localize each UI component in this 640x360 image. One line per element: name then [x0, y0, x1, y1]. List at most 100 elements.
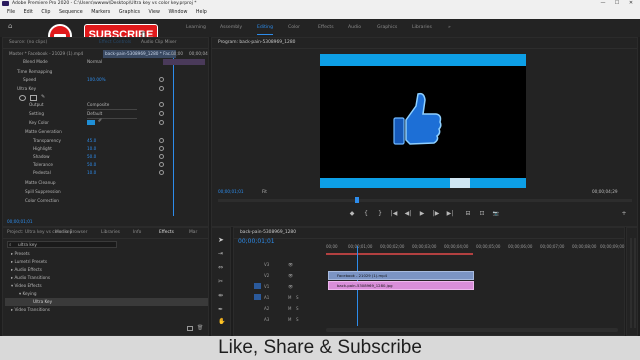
tab-source[interactable]: Source: (no clips) [9, 38, 47, 48]
reset-transparency-icon[interactable] [159, 138, 164, 143]
work-area-bar[interactable] [326, 253, 473, 255]
tree-lumetri-presets[interactable]: ▸ Lumetri Presets [11, 258, 47, 266]
delete-icon[interactable]: 🗑 [197, 325, 203, 331]
workspace-audio[interactable]: Audio [348, 25, 361, 30]
ec-value-blend-mode[interactable]: Normal [87, 58, 102, 66]
solo-icon[interactable]: S [296, 317, 299, 322]
reset-ultra-key-icon[interactable] [159, 86, 164, 91]
workspace-assembly[interactable]: Assembly [220, 25, 242, 30]
ripple-edit-icon[interactable]: ⇔ [218, 264, 223, 271]
go-to-in-button[interactable]: |◀ [390, 210, 398, 218]
clip-facebook[interactable]: Facebook - 21029 (1).mp4 [328, 271, 474, 280]
pen-icon[interactable]: ✒ [218, 306, 223, 313]
menu-markers[interactable]: Markers [91, 10, 110, 15]
workspace-more[interactable]: » [448, 25, 451, 30]
play-button[interactable]: ▶ [418, 210, 426, 218]
tab-audio-clip-mixer[interactable]: Audio Clip Mixer [141, 38, 177, 48]
menu-help[interactable]: Help [196, 10, 207, 15]
eyedropper-icon[interactable]: ✐ [98, 118, 102, 124]
track-v2-label[interactable]: V2 [264, 273, 269, 278]
ec-value-highlight[interactable]: 10.0 [87, 145, 96, 153]
menu-window[interactable]: Window [168, 10, 187, 15]
mark-out-button[interactable]: } [376, 210, 384, 218]
mute-icon[interactable]: M [288, 306, 291, 311]
mute-icon[interactable]: M [288, 295, 291, 300]
reset-tolerance-icon[interactable] [159, 162, 164, 167]
button-editor-button[interactable]: + [620, 210, 628, 218]
program-scrubber[interactable] [218, 199, 632, 202]
timeline-scrollbar[interactable] [326, 328, 618, 332]
ec-row-matte-generation[interactable]: Matte Generation [25, 128, 62, 136]
menu-graphics[interactable]: Graphics [119, 10, 140, 15]
effects-search-input[interactable]: ultra key [7, 241, 117, 248]
ec-row-time-remapping[interactable]: Time Remapping [17, 68, 52, 76]
tree-video-effects[interactable]: ▾ Video Effects [11, 282, 42, 290]
ellipse-mask-icon[interactable] [19, 95, 26, 101]
tree-video-transitions[interactable]: ▸ Video Transitions [11, 306, 50, 314]
track-select-icon[interactable]: ⇥ [218, 250, 223, 257]
track-toggle-eye-icon[interactable]: 👁 [288, 284, 293, 289]
workspace-graphics[interactable]: Graphics [377, 25, 397, 30]
program-fit-dropdown[interactable]: Fit [262, 188, 267, 196]
ec-value-output[interactable]: Composite [87, 101, 137, 110]
workspace-color[interactable]: Color [288, 25, 300, 30]
razor-icon[interactable]: ✂ [218, 278, 223, 285]
extract-button[interactable]: ⊡ [478, 210, 486, 218]
mute-icon[interactable]: M [288, 317, 291, 322]
track-v3-label[interactable]: V3 [264, 262, 269, 267]
track-target-v1[interactable] [254, 283, 261, 289]
close-button[interactable]: ✕ [624, 0, 638, 7]
reset-shadow-icon[interactable] [159, 154, 164, 159]
clip-tab[interactable]: back-pain-5308969_1280 * Fac... [103, 50, 177, 58]
menu-sequence[interactable]: Sequence [59, 10, 83, 15]
ec-row-color-correction[interactable]: Color Correction [25, 197, 59, 205]
track-toggle-eye-icon[interactable]: 👁 [288, 262, 293, 267]
home-icon[interactable]: ⌂ [8, 22, 12, 30]
program-playhead-marker[interactable] [355, 197, 359, 203]
menu-view[interactable]: View [149, 10, 160, 15]
ec-row-ultra-key[interactable]: Ultra Key [17, 85, 36, 93]
export-frame-button[interactable]: 📷 [492, 210, 500, 218]
add-marker-button[interactable]: ◆ [348, 210, 356, 218]
track-a1-label[interactable]: A1 [264, 295, 269, 300]
maximize-button[interactable]: ☐ [610, 0, 624, 7]
reset-output-icon[interactable] [159, 102, 164, 107]
step-forward-button[interactable]: |▶ [432, 210, 440, 218]
workspace-learning[interactable]: Learning [186, 25, 206, 30]
ec-row-matte-cleanup[interactable]: Matte Cleanup [25, 179, 56, 187]
pen-mask-icon[interactable]: ✎ [41, 94, 45, 100]
slip-icon[interactable]: ⇹ [218, 292, 223, 299]
menu-clip[interactable]: Clip [41, 10, 50, 15]
reset-highlight-icon[interactable] [159, 146, 164, 151]
hand-icon[interactable]: ✋ [218, 318, 225, 325]
solo-icon[interactable]: S [296, 306, 299, 311]
workspace-libraries[interactable]: Libraries [412, 25, 432, 30]
tab-effect-controls[interactable]: Effect Controls [99, 38, 131, 48]
track-target-a1[interactable] [254, 294, 261, 300]
minimize-button[interactable]: — [596, 0, 610, 7]
reset-setting-icon[interactable] [159, 111, 164, 116]
reset-key-color-icon[interactable] [159, 120, 164, 125]
track-a2-label[interactable]: A2 [264, 306, 269, 311]
lift-button[interactable]: ⊟ [464, 210, 472, 218]
tree-audio-transitions[interactable]: ▸ Audio Transitions [11, 274, 50, 282]
workspace-editing[interactable]: Editing [257, 25, 273, 35]
workspace-effects[interactable]: Effects [318, 25, 334, 30]
reset-pedestal-icon[interactable] [159, 170, 164, 175]
key-color-swatch[interactable] [87, 120, 95, 125]
ec-value-setting[interactable]: Default [87, 110, 137, 119]
tab-markers[interactable]: Mar [189, 228, 197, 238]
tab-info[interactable]: Info [133, 228, 141, 238]
tree-ultra-key[interactable]: Ultra Key [5, 298, 208, 306]
track-toggle-eye-icon[interactable]: 👁 [288, 273, 293, 278]
new-bin-icon[interactable] [187, 326, 193, 331]
step-back-button[interactable]: ◀| [404, 210, 412, 218]
go-to-out-button[interactable]: ▶| [446, 210, 454, 218]
ec-value-pedestal[interactable]: 10.0 [87, 169, 96, 177]
program-title[interactable]: Program: back-pain-5308969_1280 [218, 38, 295, 48]
solo-icon[interactable]: S [296, 295, 299, 300]
selection-tool-icon[interactable]: ➤ [218, 236, 224, 244]
ec-value-shadow[interactable]: 50.0 [87, 153, 96, 161]
track-v1-label[interactable]: V1 [264, 284, 269, 289]
ec-value-transparency[interactable]: 45.0 [87, 137, 96, 145]
